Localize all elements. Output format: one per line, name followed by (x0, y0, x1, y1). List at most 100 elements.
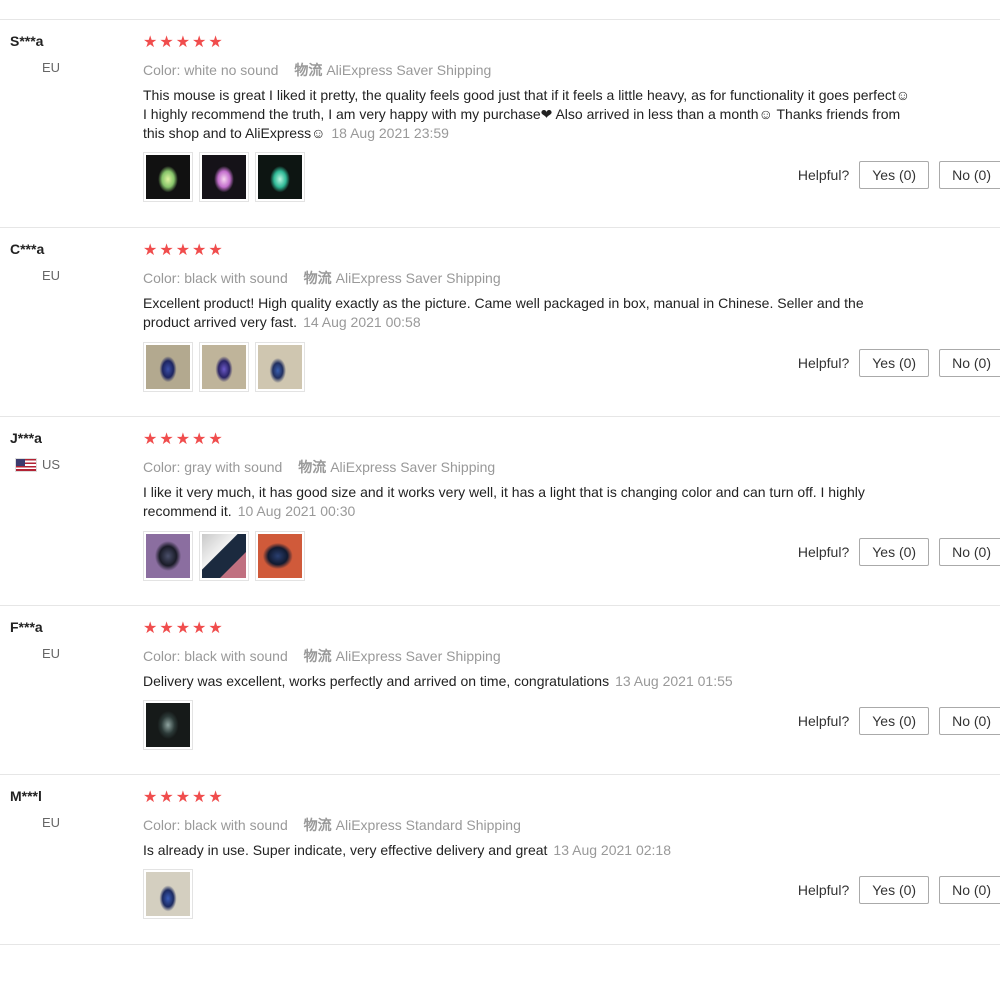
shipping-method: AliExpress Saver Shipping (330, 459, 496, 475)
review-item: M***l EU ★★★★★ Color: black with sound 物… (0, 775, 1000, 945)
review-body: This mouse is great I liked it pretty, t… (143, 87, 911, 141)
helpful-no-button[interactable]: No (0) (939, 538, 1000, 566)
review-meta: Color: black with sound 物流 AliExpress Sav… (143, 268, 501, 288)
review-item: F***a EU ★★★★★ Color: black with sound 物… (0, 606, 1000, 775)
helpful-controls: Helpful? Yes (0) No (0) (798, 707, 1000, 735)
shipping-method: AliExpress Standard Shipping (335, 817, 521, 833)
review-photos (143, 342, 305, 392)
star-rating: ★★★★★ (143, 34, 225, 51)
reviewer-country: EU (41, 60, 60, 75)
reviewer-country: EU (41, 646, 60, 661)
helpful-controls: Helpful? Yes (0) No (0) (798, 161, 1000, 189)
shipping-method: AliExpress Saver Shipping (335, 648, 501, 664)
review-date: 14 Aug 2021 00:58 (303, 314, 421, 330)
shipping-method: AliExpress Saver Shipping (326, 62, 492, 78)
helpful-label: Helpful? (797, 544, 850, 560)
review-date: 10 Aug 2021 00:30 (237, 503, 356, 519)
reviewer-name: M***l (10, 788, 42, 804)
review-photo[interactable] (199, 152, 249, 202)
review-photo[interactable] (143, 531, 193, 581)
helpful-yes-button[interactable]: Yes (0) (859, 161, 930, 189)
helpful-controls: Helpful? Yes (0) No (0) (798, 538, 1000, 566)
logistics-label: 物流 (303, 648, 332, 664)
reviewer-name: S***a (10, 33, 44, 49)
review-photos (143, 152, 305, 202)
review-body: Excellent product! High quality exactly … (143, 295, 864, 330)
review-photo[interactable] (143, 700, 193, 750)
star-rating: ★★★★★ (143, 789, 225, 806)
star-rating: ★★★★★ (143, 242, 225, 259)
review-item: C***a EU ★★★★★ Color: black with sound 物… (0, 228, 1000, 417)
color-value: black with sound (184, 817, 288, 833)
color-value: black with sound (184, 270, 288, 286)
helpful-controls: Helpful? Yes (0) No (0) (798, 876, 1000, 904)
review-meta: Color: black with sound 物流 AliExpress Sav… (143, 646, 501, 666)
logistics-label: 物流 (303, 270, 332, 286)
helpful-controls: Helpful? Yes (0) No (0) (798, 349, 1000, 377)
color-label: Color: (143, 817, 181, 833)
star-rating: ★★★★★ (143, 431, 225, 448)
color-label: Color: (143, 459, 181, 475)
review-text: Delivery was excellent, works perfectly … (143, 672, 913, 691)
helpful-label: Helpful? (797, 355, 850, 371)
review-meta: Color: black with sound 物流 AliExpress Sta… (143, 815, 521, 835)
logistics-label: 物流 (294, 62, 323, 78)
review-text: I like it very much, it has good size an… (143, 483, 913, 521)
logistics-label: 物流 (303, 817, 332, 833)
color-value: white no sound (184, 62, 279, 78)
review-photo[interactable] (143, 152, 193, 202)
helpful-no-button[interactable]: No (0) (939, 161, 1000, 189)
shipping-info: 物流 AliExpress Saver Shipping (304, 648, 501, 664)
helpful-label: Helpful? (797, 713, 850, 729)
us-flag-icon (14, 457, 37, 472)
review-body: Delivery was excellent, works perfectly … (143, 673, 610, 689)
review-photo[interactable] (199, 531, 249, 581)
reviewer-country: EU (41, 268, 60, 283)
logistics-label: 物流 (298, 459, 327, 475)
helpful-label: Helpful? (797, 167, 850, 183)
helpful-yes-button[interactable]: Yes (0) (859, 538, 930, 566)
review-photo[interactable] (255, 152, 305, 202)
review-photo[interactable] (255, 531, 305, 581)
review-text: Excellent product! High quality exactly … (143, 294, 913, 332)
color-value: black with sound (184, 648, 288, 664)
review-date: 18 Aug 2021 23:59 (331, 125, 449, 141)
star-rating: ★★★★★ (143, 620, 225, 637)
helpful-no-button[interactable]: No (0) (939, 349, 1000, 377)
review-photo[interactable] (143, 869, 193, 919)
color-label: Color: (143, 270, 181, 286)
review-item: S***a EU ★★★★★ Color: white no sound 物流 A… (0, 20, 1000, 228)
color-label: Color: (143, 648, 181, 664)
shipping-info: 物流 AliExpress Saver Shipping (304, 270, 501, 286)
review-photo[interactable] (199, 342, 249, 392)
review-date: 13 Aug 2021 02:18 (553, 842, 671, 858)
review-text: Is already in use. Super indicate, very … (143, 841, 913, 860)
helpful-no-button[interactable]: No (0) (939, 876, 1000, 904)
reviewer-country: EU (41, 815, 60, 830)
review-photos (143, 700, 193, 750)
review-meta: Color: gray with sound 物流 AliExpress Save… (143, 457, 495, 477)
review-date: 13 Aug 2021 01:55 (615, 673, 733, 689)
helpful-yes-button[interactable]: Yes (0) (859, 707, 930, 735)
reviewer-country: US (10, 457, 60, 472)
review-text: This mouse is great I liked it pretty, t… (143, 86, 913, 143)
shipping-info: 物流 AliExpress Standard Shipping (304, 817, 521, 833)
helpful-label: Helpful? (797, 882, 850, 898)
reviewer-name: C***a (10, 241, 45, 257)
shipping-info: 物流 AliExpress Saver Shipping (298, 459, 495, 475)
review-photos (143, 869, 193, 919)
color-label: Color: (143, 62, 181, 78)
helpful-yes-button[interactable]: Yes (0) (859, 349, 930, 377)
color-value: gray with sound (184, 459, 283, 475)
helpful-no-button[interactable]: No (0) (939, 707, 1000, 735)
helpful-yes-button[interactable]: Yes (0) (859, 876, 930, 904)
reviewer-name: J***a (10, 430, 42, 446)
review-body: Is already in use. Super indicate, very … (143, 842, 548, 858)
reviewer-name: F***a (10, 619, 43, 635)
review-photo[interactable] (255, 342, 305, 392)
shipping-method: AliExpress Saver Shipping (335, 270, 501, 286)
review-photo[interactable] (143, 342, 193, 392)
review-meta: Color: white no sound 物流 AliExpress Saver… (143, 60, 491, 80)
review-item: J***a US ★★★★★ Color: gray with sound 物流… (0, 417, 1000, 606)
shipping-info: 物流 AliExpress Saver Shipping (294, 62, 491, 78)
